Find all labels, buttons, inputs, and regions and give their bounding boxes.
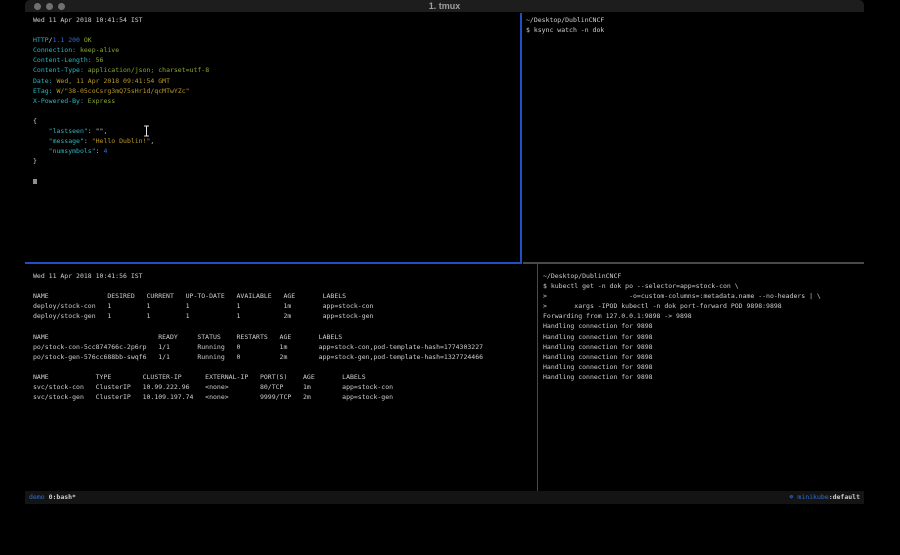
terminal-cursor [33,179,37,184]
status-right: ☸ minikube:default [790,491,860,504]
terminal-line: ~/Desktop/DublinCNCF [543,271,864,281]
title-bar: 1. tmux [25,0,864,13]
terminal-line: > xargs -IPOD kubectl -n dok port-forwar… [543,301,864,311]
terminal-line: HTTP/1.1 200 OK [33,35,520,45]
status-left: demo 0:bash* [29,491,76,504]
kube-namespace: :default [829,493,860,501]
terminal-line: deploy/stock-gen 1 1 1 1 2m app=stock-ge… [33,311,537,321]
terminal-line [33,25,520,35]
terminal-line: Wed 11 Apr 2018 10:41:54 IST [33,15,520,25]
terminal-line: Forwarding from 127.0.0.1:9898 -> 9898 [543,311,864,321]
port-forward-output: ~/Desktop/DublinCNCF$ kubectl get -n dok… [539,264,864,382]
pane-ksync[interactable]: ~/Desktop/DublinCNCF $ ksync watch -n do… [522,13,864,262]
terminal-line [33,106,520,116]
terminal-line: > -o=custom-columns=:metadata.name --no-… [543,291,864,301]
terminal-line: "numsymbols": 4 [33,146,520,156]
window-tab[interactable]: 0:bash* [49,493,76,501]
terminal-window: 1. tmux Wed 11 Apr 2018 10:41:54 IST HTT… [25,0,864,506]
terminal-line [33,281,537,291]
ksync-command: $ ksync watch -n dok [526,26,604,34]
terminal-line: Handling connection for 9898 [543,372,864,382]
terminal-line: Content-Type: application/json; charset=… [33,65,520,75]
terminal-line: Handling connection for 9898 [543,332,864,342]
ksync-output: ~/Desktop/DublinCNCF $ ksync watch -n do… [522,13,864,35]
cwd-label: ~/Desktop/DublinCNCF [526,16,604,24]
mouse-ibeam-cursor [143,125,150,137]
terminal-line: $ kubectl get -n dok po --selector=app=s… [543,281,864,291]
pane-divider-top-vertical[interactable] [520,13,522,262]
terminal-line: "lastseen": "", [33,126,520,136]
pane-kubectl-get[interactable]: Wed 11 Apr 2018 10:41:56 IST NAME DESIRE… [25,264,537,491]
terminal-line: po/stock-gen-576cc688bb-swqf6 1/1 Runnin… [33,352,537,362]
terminal-line [33,166,520,176]
terminal-line: NAME TYPE CLUSTER-IP EXTERNAL-IP PORT(S)… [33,372,537,382]
pane-port-forward[interactable]: ~/Desktop/DublinCNCF$ kubectl get -n dok… [539,264,864,491]
terminal-line: Handling connection for 9898 [543,342,864,352]
terminal-line: Handling connection for 9898 [543,352,864,362]
terminal-line: "message": "Hello Dublin!", [33,136,520,146]
terminal-line: X-Powered-By: Express [33,96,520,106]
terminal-line [33,362,537,372]
terminal-line: Date: Wed, 11 Apr 2018 09:41:54 GMT [33,76,520,86]
pane-divider-bottom-vertical[interactable] [537,264,538,491]
terminal-line: Wed 11 Apr 2018 10:41:56 IST [33,271,537,281]
tmux-status-bar: demo 0:bash* ☸ minikube:default [25,491,864,504]
terminal-line [33,177,520,187]
terminal-line: NAME DESIRED CURRENT UP-TO-DATE AVAILABL… [33,291,537,301]
kubectl-get-output: Wed 11 Apr 2018 10:41:56 IST NAME DESIRE… [25,264,537,402]
http-response-output: Wed 11 Apr 2018 10:41:54 IST HTTP/1.1 20… [25,13,520,187]
kube-context: minikube [797,493,828,501]
pane-http-response[interactable]: Wed 11 Apr 2018 10:41:54 IST HTTP/1.1 20… [25,13,520,262]
terminal-line: { [33,116,520,126]
window-title: 1. tmux [25,1,864,11]
terminal-line: ETag: W/"38-05coCsrg3mQ75sHr1d/qcMTwYZc" [33,86,520,96]
terminal-line: Connection: keep-alive [33,45,520,55]
terminal-line: svc/stock-gen ClusterIP 10.109.197.74 <n… [33,392,537,402]
terminal-line: Handling connection for 9898 [543,362,864,372]
terminal-line: } [33,156,520,166]
terminal-line: Content-Length: 56 [33,55,520,65]
terminal-line: deploy/stock-con 1 1 1 1 1m app=stock-co… [33,301,537,311]
terminal-line: svc/stock-con ClusterIP 10.99.222.96 <no… [33,382,537,392]
terminal-line: Handling connection for 9898 [543,321,864,331]
terminal-line: po/stock-con-5cc874766c-2p6rp 1/1 Runnin… [33,342,537,352]
terminal-line: NAME READY STATUS RESTARTS AGE LABELS [33,332,537,342]
terminal-line [33,321,537,331]
session-name: demo [29,493,45,501]
